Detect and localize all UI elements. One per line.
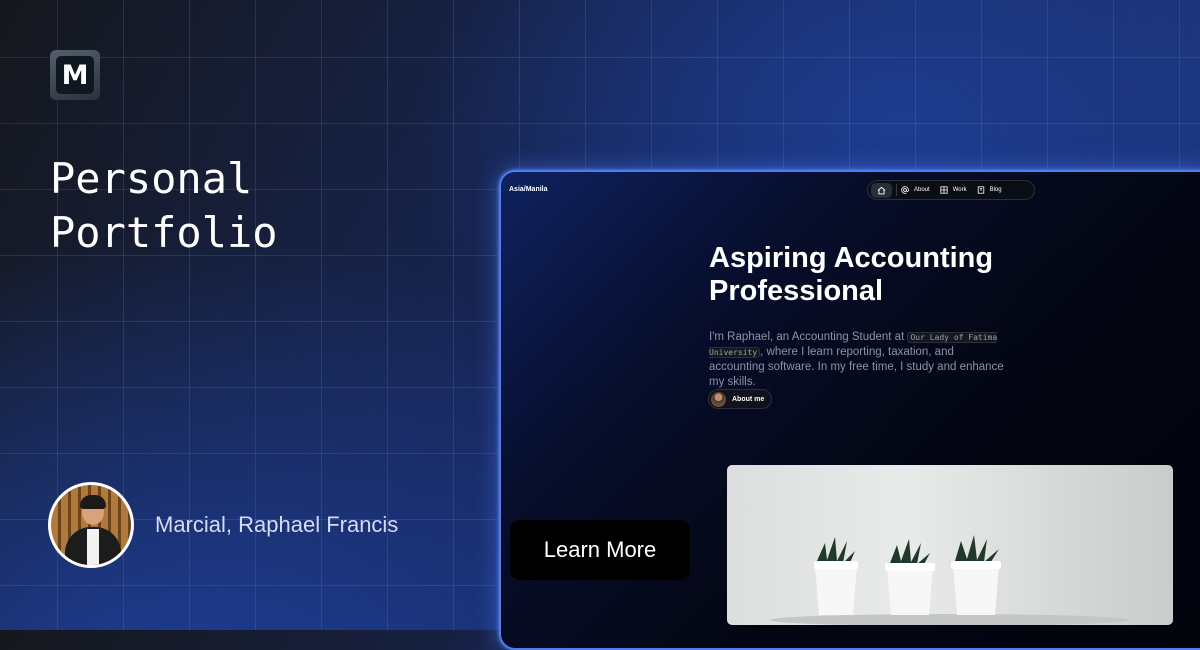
headline-line-1: Aspiring Accounting <box>709 242 994 274</box>
nav-item-about[interactable]: About <box>901 186 930 194</box>
plants-photo <box>727 465 1173 625</box>
about-avatar <box>711 391 726 407</box>
bio-text-start: I'm Raphael, an Accounting Student at <box>709 330 908 343</box>
author-block: Marcial, Raphael Francis <box>48 482 398 568</box>
nav-work-label: Work <box>952 187 967 193</box>
book-icon <box>977 186 984 194</box>
grid-icon <box>940 186 948 194</box>
home-icon <box>877 186 886 194</box>
author-avatar <box>48 482 134 568</box>
title-line-2: Portfolio <box>50 208 278 257</box>
learn-more-button[interactable]: Learn More <box>510 520 690 580</box>
about-me-label: About me <box>732 395 765 403</box>
nav-item-work[interactable]: Work <box>940 186 967 194</box>
site-logo[interactable]: M <box>50 50 100 100</box>
timezone-label: Asia/Manila <box>509 186 548 193</box>
plant-pots-image <box>770 535 1130 625</box>
preview-headline: Aspiring Accounting Professional <box>709 242 1069 308</box>
about-me-button[interactable]: About me <box>708 389 772 409</box>
headline-line-2: Professional <box>709 275 884 307</box>
author-name: Marcial, Raphael Francis <box>155 512 399 537</box>
logo-letter: M <box>56 56 94 94</box>
nav-home-button[interactable] <box>871 182 892 198</box>
preview-nav-bar: About Work Blog <box>867 180 1035 200</box>
page-title: Personal Portfolio <box>50 152 450 260</box>
nav-blog-label: Blog <box>989 187 1002 193</box>
nav-item-blog[interactable]: Blog <box>977 186 1002 194</box>
at-sign-icon <box>901 186 909 194</box>
preview-bio: I'm Raphael, an Accounting Student at Ou… <box>709 330 1009 390</box>
nav-divider <box>896 184 897 196</box>
nav-about-label: About <box>914 187 930 193</box>
title-line-1: Personal <box>50 154 253 203</box>
